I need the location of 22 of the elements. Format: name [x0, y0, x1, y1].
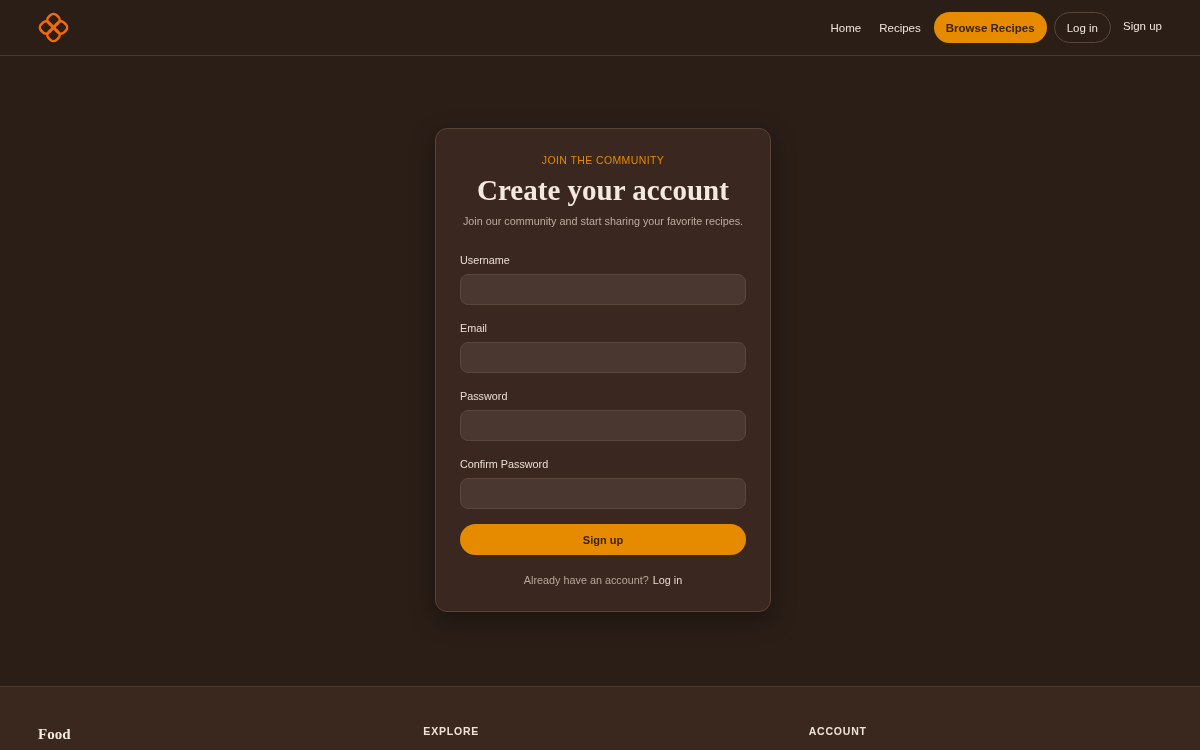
field-label: Email [460, 321, 487, 335]
input-field[interactable] [460, 478, 746, 509]
eyebrow-text: JOIN THE COMMUNITY [540, 153, 666, 167]
field-label: Confirm Password [460, 457, 549, 471]
field-label: Password [460, 389, 508, 403]
input-field[interactable] [460, 410, 746, 441]
footer-brand: Food [38, 725, 71, 744]
footer-heading: EXPLORE [423, 724, 480, 739]
input-field[interactable] [460, 274, 746, 305]
sign-up-button[interactable]: Sign up [460, 524, 746, 555]
nav-link[interactable]: Sign up [1111, 19, 1162, 32]
log-in-link[interactable]: Log in [652, 573, 683, 587]
login-prompt-text: Already have an account? [523, 573, 649, 587]
footer-heading: ACCOUNT [808, 724, 867, 739]
input-field[interactable] [460, 342, 746, 373]
flower-logo-icon[interactable] [38, 12, 69, 43]
field-label: Username [460, 253, 510, 267]
card-title: Create your account [476, 173, 730, 207]
nav-link[interactable]: Recipes [870, 21, 930, 34]
nav-link[interactable]: Home [821, 21, 871, 34]
nav-button[interactable]: Browse Recipes [933, 12, 1047, 43]
card-subtitle: Join our community and start sharing your favorite recipes. [461, 214, 745, 228]
